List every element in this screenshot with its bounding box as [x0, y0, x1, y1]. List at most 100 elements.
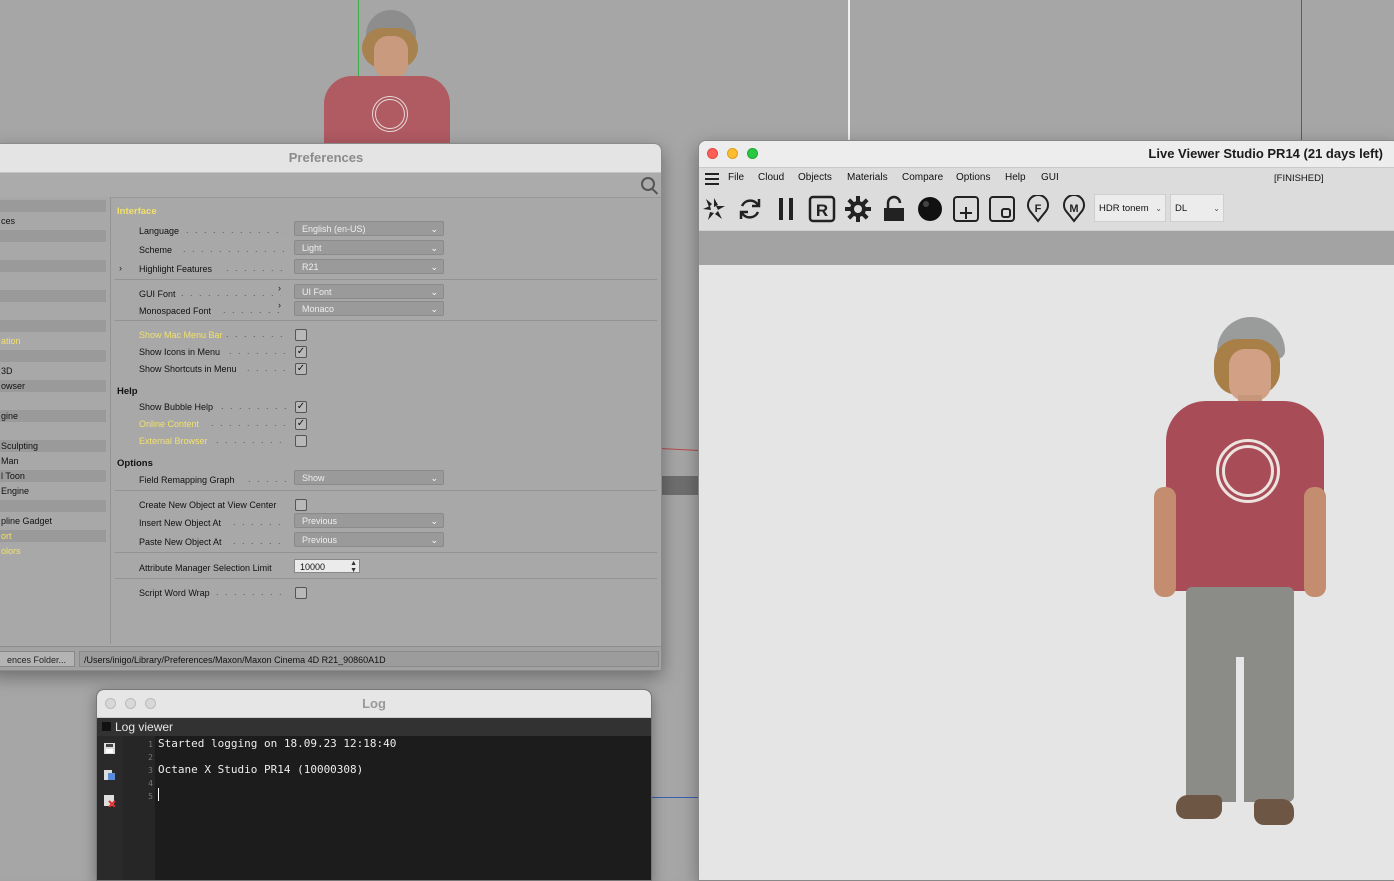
chevron-down-icon: ⌄ — [1213, 204, 1220, 213]
material-pin-icon[interactable]: M — [1059, 194, 1089, 224]
gui-font-dropdown[interactable]: UI Font ⌄ — [294, 284, 444, 299]
preferences-window[interactable]: Preferences ces ation 3D owser gine Sculpting… — [0, 143, 662, 671]
stepper-arrows-icon[interactable]: ▲ ▼ — [350, 560, 357, 574]
menu-cloud[interactable]: Cloud — [758, 172, 784, 183]
log-line[interactable]: Octane X Studio PR14 (10000308) — [158, 763, 363, 776]
settings-gear-icon[interactable] — [843, 194, 873, 224]
sidebar-item[interactable]: Sculpting — [0, 440, 106, 452]
sidebar-item[interactable] — [0, 320, 106, 332]
lock-icon[interactable] — [879, 194, 909, 224]
language-dropdown[interactable]: English (en-US) ⌄ — [294, 221, 444, 236]
chevron-down-icon: ⌄ — [430, 304, 438, 314]
external-browser-label: External Browser — [139, 436, 208, 446]
menu-objects[interactable]: Objects — [798, 172, 832, 183]
sidebar-item[interactable] — [0, 290, 106, 302]
sidebar-item[interactable]: l Toon — [0, 470, 106, 482]
menu-gui[interactable]: GUI — [1041, 172, 1059, 183]
show-shortcuts-label: Show Shortcuts in Menu — [139, 364, 237, 374]
script-wrap-label: Script Word Wrap — [139, 588, 210, 598]
field-remap-value: Show — [302, 473, 325, 483]
script-wrap-checkbox[interactable] — [295, 587, 307, 599]
sidebar-item[interactable]: olors — [0, 545, 106, 557]
show-shortcuts-checkbox[interactable]: ✓ — [295, 363, 307, 375]
search-icon[interactable] — [641, 177, 655, 191]
sphere-icon[interactable] — [915, 194, 945, 224]
section-interface: Interface — [117, 206, 157, 217]
separator — [115, 552, 657, 553]
focus-pin-icon[interactable]: F — [1023, 194, 1053, 224]
close-button[interactable] — [105, 698, 116, 709]
film-region-icon[interactable] — [987, 194, 1017, 224]
highlight-dropdown[interactable]: R21 ⌄ — [294, 259, 444, 274]
leader-dots: . . . . . . . . . . — [226, 263, 286, 273]
paste-new-obj-dropdown[interactable]: Previous ⌄ — [294, 532, 444, 547]
save-icon[interactable] — [103, 742, 116, 755]
bubble-help-checkbox[interactable]: ✓ — [295, 401, 307, 413]
menu-options[interactable]: Options — [956, 172, 990, 183]
mono-font-dropdown[interactable]: Monaco ⌄ — [294, 301, 444, 316]
preferences-path-field[interactable]: /Users/inigo/Library/Preferences/Maxon/M… — [79, 651, 659, 667]
sidebar-item[interactable] — [0, 230, 106, 242]
field-remap-dropdown[interactable]: Show ⌄ — [294, 470, 444, 485]
clear-log-icon[interactable] — [103, 794, 116, 808]
sidebar-item[interactable]: Man — [0, 455, 106, 467]
zoom-button[interactable] — [145, 698, 156, 709]
log-viewer-bar: Log viewer — [97, 718, 651, 736]
menu-help[interactable]: Help — [1005, 172, 1026, 183]
create-new-obj-checkbox[interactable] — [295, 499, 307, 511]
sidebar-item[interactable] — [0, 500, 106, 512]
insert-new-obj-dropdown[interactable]: Previous ⌄ — [294, 513, 444, 528]
show-mac-menu-checkbox[interactable] — [295, 329, 307, 341]
log-line[interactable]: Started logging on 18.09.23 12:18:40 — [158, 737, 396, 750]
sidebar-item[interactable]: gine — [0, 410, 106, 422]
live-viewer-window[interactable]: Live Viewer Studio PR14 (21 days left) F… — [698, 140, 1394, 881]
sidebar-item[interactable] — [0, 395, 106, 407]
sidebar-item[interactable]: ation — [0, 335, 106, 347]
scheme-dropdown[interactable]: Light ⌄ — [294, 240, 444, 255]
pause-icon[interactable] — [771, 194, 801, 224]
tonemap-select[interactable]: HDR tonem ⌄ — [1094, 194, 1166, 222]
preferences-statusbar: ences Folder... /Users/inigo/Library/Pre… — [0, 646, 661, 670]
show-icons-checkbox[interactable]: ✓ — [295, 346, 307, 358]
sidebar-item[interactable]: 3D — [0, 365, 106, 377]
sidebar-item[interactable]: ort — [0, 530, 106, 542]
region-r-icon[interactable]: R — [807, 194, 837, 224]
sidebar-item[interactable]: owser — [0, 380, 106, 392]
log-viewer-checkbox[interactable] — [102, 722, 111, 731]
sidebar-item[interactable]: Engine — [0, 485, 106, 497]
hamburger-menu-icon[interactable] — [705, 173, 719, 185]
attr-limit-field[interactable]: 10000 ▲ ▼ — [294, 559, 360, 574]
chevron-right-icon[interactable]: › — [278, 283, 281, 293]
online-content-checkbox[interactable]: ✓ — [295, 418, 307, 430]
menu-materials[interactable]: Materials — [847, 172, 888, 183]
kernel-value: DL — [1175, 203, 1188, 214]
sidebar-item[interactable]: pline Gadget — [0, 515, 106, 527]
sidebar-item[interactable] — [0, 245, 106, 257]
sidebar-item[interactable] — [0, 200, 106, 212]
sidebar-item[interactable] — [0, 350, 106, 362]
menu-file[interactable]: File — [728, 172, 744, 183]
minimize-button[interactable] — [125, 698, 136, 709]
sidebar-item[interactable] — [0, 260, 106, 272]
sidebar-item[interactable]: ces — [0, 215, 106, 227]
chevron-right-icon[interactable]: › — [278, 300, 281, 310]
minimize-button[interactable] — [727, 148, 738, 159]
open-preferences-folder-button[interactable]: ences Folder... — [0, 651, 75, 667]
copy-clipboard-icon[interactable] — [103, 768, 116, 781]
viewport-character[interactable] — [318, 8, 453, 146]
add-region-icon[interactable] — [951, 194, 981, 224]
sidebar-item[interactable] — [0, 305, 106, 317]
sidebar-item[interactable] — [0, 425, 106, 437]
octane-logo-icon[interactable] — [699, 194, 729, 224]
external-browser-checkbox[interactable] — [295, 435, 307, 447]
kernel-select[interactable]: DL ⌄ — [1170, 194, 1224, 222]
log-window[interactable]: Log Log viewer 1 2 3 4 5 Started logging… — [96, 689, 652, 881]
chevron-right-icon[interactable]: › — [119, 263, 122, 273]
close-button[interactable] — [707, 148, 718, 159]
sidebar-item[interactable] — [0, 275, 106, 287]
zoom-button[interactable] — [747, 148, 758, 159]
text-caret — [158, 788, 159, 801]
refresh-icon[interactable] — [735, 194, 765, 224]
menu-compare[interactable]: Compare — [902, 172, 943, 183]
render-canvas[interactable] — [699, 265, 1394, 880]
